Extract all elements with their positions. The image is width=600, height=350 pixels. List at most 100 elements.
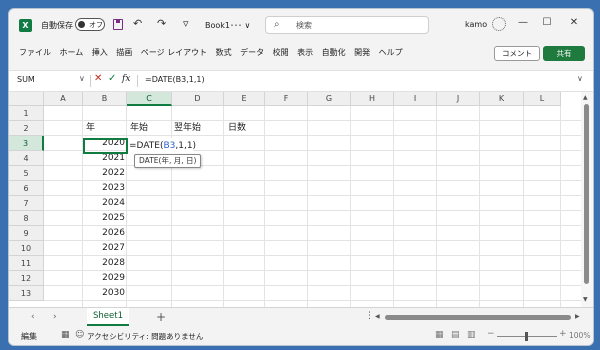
menu-review[interactable]: 校閲 (273, 47, 289, 58)
cell-b11[interactable]: 2028 (83, 256, 125, 271)
zoom-in-icon[interactable]: + (559, 329, 567, 339)
horizontal-scroll-thumb[interactable] (385, 315, 571, 320)
column-header-d[interactable]: D (172, 92, 224, 106)
cell-b13[interactable]: 2030 (83, 286, 125, 301)
minimize-button[interactable]: — (515, 17, 531, 28)
menu-file[interactable]: ファイル (19, 47, 51, 58)
expand-formula-icon[interactable]: ∨ (577, 74, 583, 83)
normal-view-icon[interactable]: ▦ (435, 330, 444, 340)
column-header-k[interactable]: K (480, 92, 524, 106)
menu-automate[interactable]: 自動化 (322, 47, 346, 58)
row-header-13[interactable]: 13 (9, 286, 44, 301)
row-header-10[interactable]: 10 (9, 241, 44, 256)
column-header-a[interactable]: A (44, 92, 83, 106)
column-header-e[interactable]: E (224, 92, 265, 106)
row-header-8[interactable]: 8 (9, 211, 44, 226)
zoom-level[interactable]: 100% (569, 331, 590, 340)
undo-icon[interactable]: ↶ (133, 17, 142, 30)
vertical-scrollbar[interactable]: ▲ ▼ (581, 92, 593, 307)
redo-icon[interactable]: ↷ (157, 17, 166, 30)
insert-function-icon[interactable]: fx (122, 74, 130, 84)
cancel-icon[interactable]: ✕ (94, 73, 102, 84)
select-all-corner[interactable] (9, 92, 44, 106)
name-box[interactable]: SUM (17, 75, 77, 84)
cell-b8[interactable]: 2025 (83, 211, 125, 226)
formula-prefix: =DATE( (129, 141, 164, 151)
scroll-down-icon[interactable]: ▼ (583, 296, 588, 303)
row-header-12[interactable]: 12 (9, 271, 44, 286)
row-header-9[interactable]: 9 (9, 226, 44, 241)
menu-developer[interactable]: 開発 (354, 47, 370, 58)
formula-input[interactable]: =DATE(B3,1,1) (145, 75, 205, 84)
workbook-title[interactable]: Book1･･･ ∨ (205, 20, 250, 31)
column-header-b[interactable]: B (83, 92, 127, 106)
cell-c3-editing[interactable]: =DATE(B3,1,1) (128, 138, 196, 154)
menu-draw[interactable]: 描画 (116, 47, 132, 58)
save-icon[interactable] (113, 19, 123, 30)
menu-home[interactable]: ホーム (60, 47, 84, 58)
cell-b7[interactable]: 2024 (83, 196, 125, 211)
cell-d2[interactable]: 翌年始 (174, 121, 201, 136)
column-header-h[interactable]: H (351, 92, 394, 106)
sheet-stats-icon[interactable]: ▦ (61, 330, 70, 340)
page-break-view-icon[interactable]: ▥ (467, 330, 476, 340)
column-header-f[interactable]: F (265, 92, 308, 106)
cell-e2[interactable]: 日数 (228, 121, 246, 136)
column-header-j[interactable]: J (437, 92, 480, 106)
user-name[interactable]: kamo (465, 20, 487, 29)
row-header-5[interactable]: 5 (9, 166, 44, 181)
scroll-thumb[interactable] (584, 104, 589, 284)
accessibility-status[interactable]: アクセシビリティ: 問題ありません (87, 331, 203, 342)
menu-data[interactable]: データ (240, 47, 264, 58)
chevron-down-icon[interactable]: ∨ (79, 74, 85, 83)
scroll-right-icon[interactable]: ▶ (575, 313, 580, 320)
more-options-icon[interactable]: ⋮ (365, 311, 374, 321)
tab-sheet1[interactable]: Sheet1 (87, 308, 129, 326)
row-header-2[interactable]: 2 (9, 121, 44, 136)
column-header-c[interactable]: C (127, 92, 172, 106)
row-header-4[interactable]: 4 (9, 151, 44, 166)
menu-formulas[interactable]: 数式 (216, 47, 232, 58)
menu-view[interactable]: 表示 (297, 47, 313, 58)
maximize-button[interactable]: ☐ (539, 17, 555, 28)
add-sheet-icon[interactable]: + (156, 310, 166, 324)
row-header-6[interactable]: 6 (9, 181, 44, 196)
row-header-7[interactable]: 7 (9, 196, 44, 211)
menu-insert[interactable]: 挿入 (92, 47, 108, 58)
menu-page-layout[interactable]: ページ レイアウト (141, 47, 207, 58)
column-header-i[interactable]: I (394, 92, 437, 106)
column-header-g[interactable]: G (308, 92, 351, 106)
close-button[interactable]: ✕ (566, 17, 582, 28)
cell-b2[interactable]: 年 (86, 121, 95, 136)
cell-b10[interactable]: 2027 (83, 241, 125, 256)
row-header-11[interactable]: 11 (9, 256, 44, 271)
share-button[interactable]: 共有 (543, 46, 585, 61)
cell-b12[interactable]: 2029 (83, 271, 125, 286)
worksheet-grid[interactable]: ABCDEFGHIJKL 1 2 3 4 5 6 7 8 9 10 11 12 13 年 年始 翌年始 … (9, 92, 593, 307)
prev-sheet-icon[interactable]: ‹ (31, 312, 35, 322)
column-header-l[interactable]: L (524, 92, 561, 106)
autosave-state: オフ (89, 21, 103, 29)
page-layout-view-icon[interactable]: ▤ (451, 330, 460, 340)
menu-help[interactable]: ヘルプ (379, 47, 403, 58)
next-sheet-icon[interactable]: › (53, 312, 57, 322)
scroll-up-icon[interactable]: ▲ (583, 94, 588, 101)
autosave-toggle[interactable]: オフ (75, 18, 105, 31)
function-tooltip[interactable]: DATE(年, 月, 日) (134, 154, 202, 168)
ribbon-tabs: ファイル ホーム 挿入 描画 ページ レイアウト 数式 データ 校閲 表示 自動… (9, 43, 593, 63)
customize-toolbar-icon[interactable]: ▿ (183, 17, 189, 30)
cell-c2[interactable]: 年始 (130, 121, 148, 136)
cell-b6[interactable]: 2023 (83, 181, 125, 196)
cell-b5[interactable]: 2022 (83, 166, 125, 181)
zoom-slider-thumb[interactable] (525, 332, 528, 341)
accessibility-icon[interactable]: ☺ (75, 330, 84, 340)
zoom-out-icon[interactable]: − (487, 329, 495, 339)
row-header-1[interactable]: 1 (9, 106, 44, 121)
check-icon[interactable]: ✓ (108, 73, 116, 84)
cell-b9[interactable]: 2026 (83, 226, 125, 241)
avatar[interactable] (492, 17, 506, 31)
search-box[interactable]: ⌕ 検索 (265, 16, 429, 34)
comment-button[interactable]: コメント (494, 46, 540, 61)
scroll-left-icon[interactable]: ◀ (375, 313, 380, 320)
row-header-3[interactable]: 3 (9, 136, 44, 151)
